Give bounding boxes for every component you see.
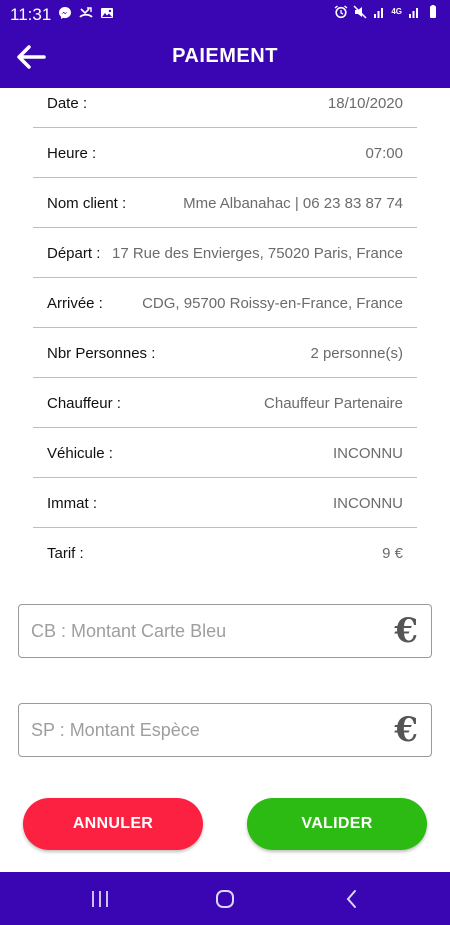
euro-icon: € <box>394 710 418 750</box>
system-nav-bar <box>0 872 450 925</box>
detail-value: INCONNU <box>333 495 403 512</box>
card-amount-field: € <box>18 604 432 658</box>
network-type: 4G <box>391 7 402 16</box>
detail-row-vehicle: Véhicule : INCONNU <box>33 428 417 478</box>
detail-label: Départ : <box>47 245 101 262</box>
detail-value: Chauffeur Partenaire <box>264 395 403 412</box>
detail-label: Date : <box>47 95 88 112</box>
detail-value: 17 Rue des Envierges, 75020 Paris, Franc… <box>112 245 403 262</box>
detail-value: 18/10/2020 <box>327 95 403 112</box>
detail-value: CDG, 95700 Roissy-en-France, France <box>142 295 403 312</box>
validate-button[interactable]: VALIDER <box>247 798 427 850</box>
detail-value: INCONNU <box>333 445 403 462</box>
detail-label: Nom client : <box>47 195 127 212</box>
detail-row-arrival: Arrivée : CDG, 95700 Roissy-en-France, Fr… <box>33 278 417 328</box>
back-icon[interactable] <box>341 888 363 910</box>
euro-icon: € <box>394 611 418 651</box>
detail-value: 9 € <box>382 545 403 562</box>
battery-icon <box>430 5 436 18</box>
booking-details: Date : 18/10/2020 Heure : 07:00 Nom client… <box>33 78 417 578</box>
missed-call-icon <box>79 7 93 18</box>
detail-label: Véhicule : <box>47 445 113 462</box>
detail-row-plate: Immat : INCONNU <box>33 478 417 528</box>
signal-icon <box>409 8 418 18</box>
detail-label: Immat : <box>47 495 98 512</box>
status-bar: 11:31 4G <box>0 0 450 28</box>
page-title: PAIEMENT <box>172 45 278 67</box>
detail-label: Heure : <box>47 145 97 162</box>
alarm-icon <box>334 5 348 19</box>
detail-label: Tarif : <box>47 545 84 562</box>
detail-value: 07:00 <box>365 145 403 162</box>
detail-row-departure: Départ : 17 Rue des Envierges, 75020 Pari… <box>33 228 417 278</box>
detail-row-fare: Tarif : 9 € <box>33 528 417 578</box>
detail-label: Arrivée : <box>47 295 103 312</box>
detail-label: Nbr Personnes : <box>47 345 156 362</box>
cash-amount-input[interactable] <box>31 704 381 756</box>
home-icon[interactable] <box>214 888 236 910</box>
detail-label: Chauffeur : <box>47 395 121 412</box>
messenger-icon <box>59 7 71 19</box>
cancel-button[interactable]: ANNULER <box>23 798 203 850</box>
status-time: 11:31 <box>10 5 52 24</box>
signal-icon <box>374 8 384 18</box>
detail-row-date: Date : 18/10/2020 <box>33 78 417 128</box>
card-amount-input[interactable] <box>31 605 381 657</box>
cash-amount-field: € <box>18 703 432 757</box>
detail-row-time: Heure : 07:00 <box>33 128 417 178</box>
detail-row-driver: Chauffeur : Chauffeur Partenaire <box>33 378 417 428</box>
detail-row-client: Nom client : Mme Albanahac | 06 23 83 87 … <box>33 178 417 228</box>
recent-apps-icon[interactable] <box>89 888 111 910</box>
detail-row-passengers: Nbr Personnes : 2 personne(s) <box>33 328 417 378</box>
mute-icon <box>353 5 367 19</box>
detail-value: 2 personne(s) <box>310 345 403 362</box>
gallery-icon <box>101 8 113 18</box>
detail-value: Mme Albanahac | 06 23 83 87 74 <box>183 195 403 212</box>
